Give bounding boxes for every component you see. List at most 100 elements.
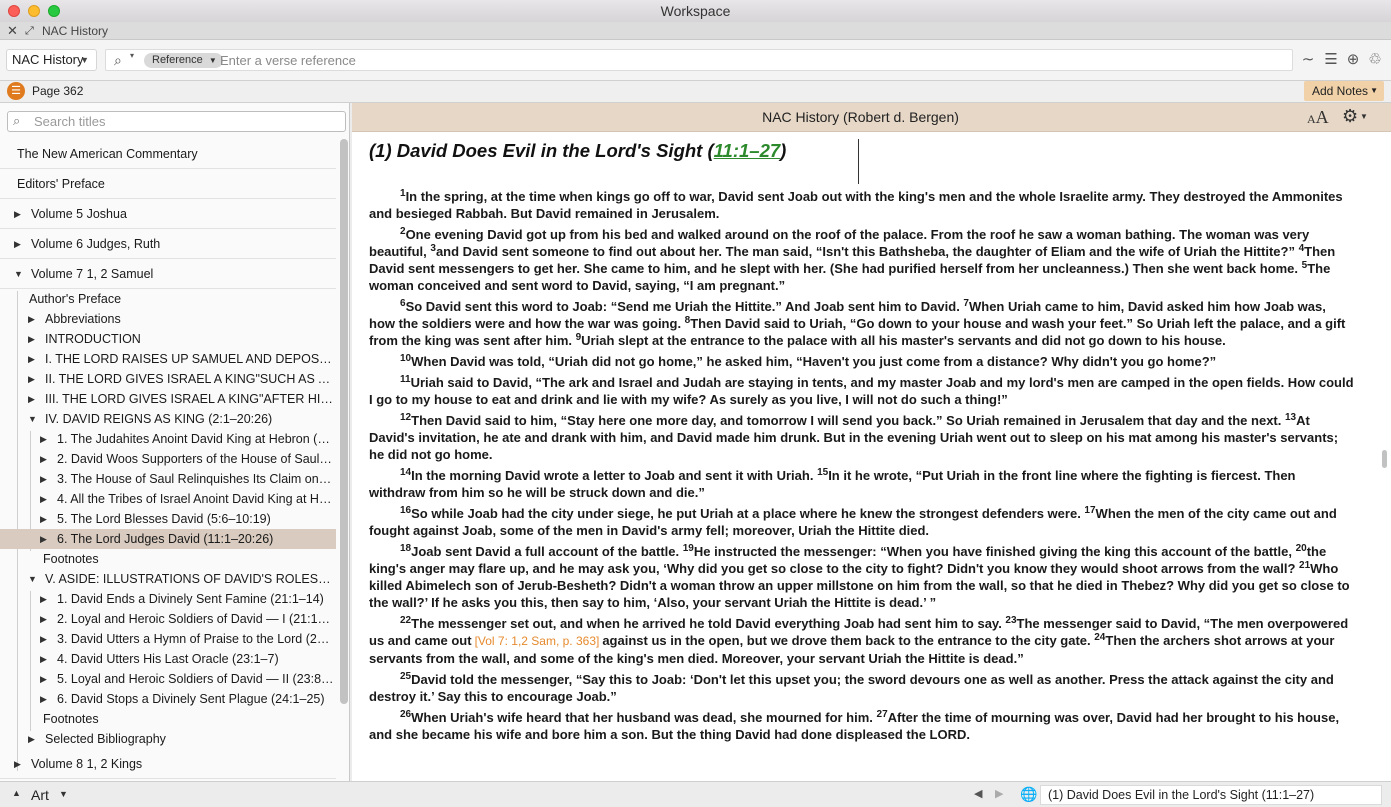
toc-item[interactable]: Footnotes (0, 709, 336, 729)
verse-number[interactable]: 24 (1094, 632, 1105, 643)
search-icon[interactable]: ⌕ (114, 52, 122, 69)
disclosure-closed-icon[interactable]: ▶ (40, 449, 47, 469)
toc-item[interactable]: ▶ 1. David Ends a Divinely Sent Famine (2… (0, 589, 336, 609)
toc-item[interactable]: ▶ Abbreviations (0, 309, 336, 329)
toc-item[interactable]: ▶ 1. The Judahites Anoint David King at H… (0, 429, 336, 449)
disclosure-closed-icon[interactable]: ▶ (14, 749, 21, 778)
disclosure-closed-icon[interactable]: ▶ (40, 529, 47, 549)
verse-number[interactable]: 15 (817, 467, 828, 478)
disclosure-closed-icon[interactable]: ▶ (40, 689, 47, 709)
disclosure-closed-icon[interactable]: ▶ (40, 509, 47, 529)
toc-item[interactable]: Editors' Preface (0, 169, 336, 199)
disclosure-closed-icon[interactable]: ▶ (40, 649, 47, 669)
disclosure-open-icon[interactable]: ▼ (28, 409, 37, 429)
toc-item[interactable]: ▼ Volume 7 1, 2 Samuel (0, 259, 336, 289)
scripture-reference-link[interactable]: 11:1–27 (714, 140, 781, 161)
toc-item[interactable]: The New American Commentary (0, 139, 336, 169)
search-icon[interactable]: ⌕ (13, 113, 20, 129)
toc-item[interactable]: ▶ INTRODUCTION (0, 329, 336, 349)
toc-item[interactable]: ▶ I. THE LORD RAISES UP SAMUEL AND DEPOSE… (0, 349, 336, 369)
toc-item[interactable]: ▶ 2. David Woos Supporters of the House o… (0, 449, 336, 469)
toc-item[interactable]: Author's Preface (0, 289, 336, 309)
window-minimize-button[interactable] (28, 5, 40, 17)
recycle-icon[interactable]: ♲ (1366, 50, 1384, 70)
disclosure-open-icon[interactable]: ▼ (14, 259, 23, 288)
arrow-right-icon[interactable]: ▶ (995, 787, 1003, 800)
toc-item[interactable]: ▶ Volume 6 Judges, Ruth (0, 229, 336, 259)
toc-item[interactable]: ▶ 5. Loyal and Heroic Soldiers of David —… (0, 669, 336, 689)
toc-item[interactable]: ▶ III. THE LORD GIVES ISRAEL A KING"AFTER… (0, 389, 336, 409)
disclosure-closed-icon[interactable]: ▶ (28, 309, 35, 329)
verse-number[interactable]: 17 (1084, 505, 1095, 516)
disclosure-closed-icon[interactable]: ▶ (28, 729, 35, 749)
disclosure-closed-icon[interactable]: ▶ (28, 389, 35, 409)
window-close-button[interactable] (8, 5, 20, 17)
verse-number[interactable]: 19 (683, 543, 694, 554)
chevron-down-icon[interactable]: ▼ (59, 789, 68, 799)
title-search-input[interactable] (34, 114, 334, 129)
toc-item[interactable]: ▶ 3. The House of Saul Relinquishes Its C… (0, 469, 336, 489)
wave-icon[interactable]: ∼ (1299, 50, 1317, 70)
disclosure-open-icon[interactable]: ▼ (28, 569, 37, 589)
chevron-down-icon[interactable]: ▾ (130, 51, 134, 60)
verse-number[interactable]: 11 (400, 374, 411, 385)
toc-item[interactable]: ▶ 6. The Lord Judges David (11:1–20:26) (0, 529, 336, 549)
toc-item[interactable]: ▶ 6. David Stops a Divinely Sent Plague (… (0, 689, 336, 709)
disclosure-closed-icon[interactable]: ▶ (40, 489, 47, 509)
disclosure-closed-icon[interactable]: ▶ (28, 329, 35, 349)
verse-number[interactable]: 12 (400, 412, 411, 423)
expand-icon[interactable]: ⤢ (25, 22, 34, 40)
arrow-left-icon[interactable]: ◀ (974, 787, 982, 800)
disclosure-closed-icon[interactable]: ▶ (40, 629, 47, 649)
toc-item[interactable]: ▶ II. THE LORD GIVES ISRAEL A KING"SUCH A… (0, 369, 336, 389)
verse-number[interactable]: 27 (877, 709, 888, 720)
chevron-up-icon[interactable]: ▲ (12, 788, 21, 798)
verse-number[interactable]: 16 (400, 505, 411, 516)
reference-mode-pill[interactable]: Reference ▼ (144, 53, 223, 68)
verse-number[interactable]: 26 (400, 709, 411, 720)
toc-item[interactable]: ▶ 3. David Utters a Hymn of Praise to the… (0, 629, 336, 649)
sidebar-scrollbar[interactable] (340, 139, 348, 704)
disclosure-closed-icon[interactable]: ▶ (14, 229, 21, 258)
toc-item[interactable]: ▶ 2. Loyal and Heroic Soldiers of David —… (0, 609, 336, 629)
toc-item[interactable]: ▶ Selected Bibliography (0, 729, 336, 749)
verse-number[interactable]: 25 (400, 671, 411, 682)
reader-scrollbar[interactable] (1382, 450, 1387, 468)
panel-tab-label[interactable]: NAC History (42, 22, 108, 40)
add-notes-button[interactable]: Add Notes ▼ (1304, 81, 1384, 101)
toc-item[interactable]: Footnotes (0, 549, 336, 569)
text-align-icon[interactable]: ☰ (1322, 50, 1340, 70)
disclosure-closed-icon[interactable]: ▶ (28, 369, 35, 389)
toc-item[interactable]: ▶ Volume 8 1, 2 Kings (0, 749, 336, 779)
reference-input[interactable] (220, 52, 1280, 68)
disclosure-closed-icon[interactable]: ▶ (40, 469, 47, 489)
list-icon[interactable]: ☰ (7, 82, 25, 100)
toc-item[interactable]: ▼ IV. DAVID REIGNS AS KING (2:1–20:26) (0, 409, 336, 429)
disclosure-closed-icon[interactable]: ▶ (40, 589, 47, 609)
toc-item[interactable]: ▶ 4. David Utters His Last Oracle (23:1–7… (0, 649, 336, 669)
window-maximize-button[interactable] (48, 5, 60, 17)
font-size-icon[interactable]: AA (1307, 107, 1329, 128)
disclosure-closed-icon[interactable]: ▶ (14, 199, 21, 228)
verse-number[interactable]: 21 (1299, 560, 1310, 571)
toc-item[interactable]: ▶ Volume 5 Joshua (0, 199, 336, 229)
verse-number[interactable]: 22 (400, 615, 411, 626)
toc-item[interactable]: ▶ 4. All the Tribes of Israel Anoint Davi… (0, 489, 336, 509)
close-icon[interactable]: ✕ (7, 22, 18, 40)
disclosure-closed-icon[interactable]: ▶ (40, 669, 47, 689)
verse-number[interactable]: 23 (1005, 615, 1016, 626)
disclosure-closed-icon[interactable]: ▶ (40, 429, 47, 449)
verse-number[interactable]: 14 (400, 467, 411, 478)
verse-number[interactable]: 13 (1285, 412, 1296, 423)
chevron-down-icon[interactable]: ▼ (1360, 112, 1368, 121)
resource-select[interactable]: NAC History ▼ (6, 49, 97, 71)
art-toggle[interactable]: Art (31, 787, 49, 803)
add-circle-icon[interactable]: ⊕ (1344, 50, 1362, 70)
verse-number[interactable]: 10 (400, 353, 411, 364)
page-marker[interactable]: [Vol 7: 1,2 Sam, p. 363] (475, 634, 600, 648)
verse-number[interactable]: 18 (400, 543, 411, 554)
verse-number[interactable]: 20 (1296, 543, 1307, 554)
globe-icon[interactable]: 🌐 (1020, 786, 1037, 803)
toc-item[interactable]: ▶ 5. The Lord Blesses David (5:6–10:19) (0, 509, 336, 529)
toc-item[interactable]: ▼ V. ASIDE: ILLUSTRATIONS OF DAVID'S ROLE… (0, 569, 336, 589)
